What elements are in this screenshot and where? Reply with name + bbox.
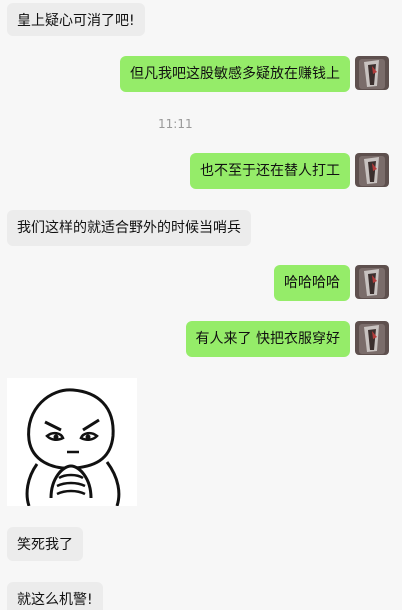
timestamp: 11:11 xyxy=(158,117,193,131)
message-bubble-sent[interactable]: 哈哈哈哈 xyxy=(274,265,350,301)
message-text: 笑死我了 xyxy=(17,537,73,553)
thinking-face-sticker xyxy=(7,378,137,507)
avatar-image xyxy=(355,56,389,90)
message-bubble-sent[interactable]: 但凡我吧这股敏感多疑放在赚钱上 xyxy=(120,56,350,92)
user-avatar[interactable] xyxy=(355,321,389,355)
user-avatar[interactable] xyxy=(355,153,389,187)
chat-thread[interactable]: 皇上疑心可消了吧! 但凡我吧这股敏感多疑放在赚钱上 11:11 也不至于还在替人… xyxy=(0,0,402,610)
sticker-message[interactable] xyxy=(7,378,137,507)
message-text: 也不至于还在替人打工 xyxy=(200,163,340,179)
avatar-image xyxy=(355,321,389,355)
message-text: 哈哈哈哈 xyxy=(284,275,340,291)
avatar-image xyxy=(355,153,389,187)
message-bubble-received[interactable]: 笑死我了 xyxy=(7,527,83,561)
user-avatar[interactable] xyxy=(355,265,389,299)
user-avatar[interactable] xyxy=(355,56,389,90)
message-text: 但凡我吧这股敏感多疑放在赚钱上 xyxy=(130,66,340,82)
message-bubble-received[interactable]: 我们这样的就适合野外的时候当哨兵 xyxy=(7,210,251,246)
message-text: 就这么机警! xyxy=(17,592,93,608)
message-text: 皇上疑心可消了吧! xyxy=(17,13,135,29)
message-bubble-received[interactable]: 皇上疑心可消了吧! xyxy=(7,3,145,36)
message-bubble-received[interactable]: 就这么机警! xyxy=(7,582,103,610)
message-bubble-sent[interactable]: 有人来了 快把衣服穿好 xyxy=(185,321,350,357)
message-bubble-sent[interactable]: 也不至于还在替人打工 xyxy=(190,153,350,189)
avatar-image xyxy=(355,265,389,299)
message-text: 有人来了 快把衣服穿好 xyxy=(195,331,340,347)
message-text: 我们这样的就适合野外的时候当哨兵 xyxy=(17,220,241,236)
